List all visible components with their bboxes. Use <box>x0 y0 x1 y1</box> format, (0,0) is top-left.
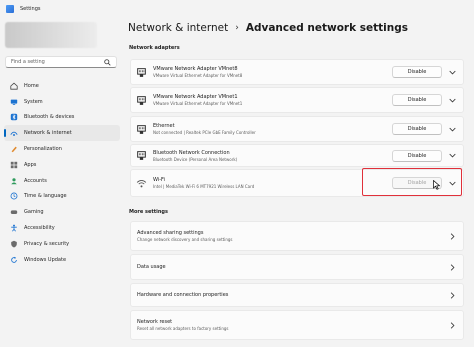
more-settings-item[interactable]: Hardware and connection properties <box>130 283 464 307</box>
ethernet-icon <box>136 124 147 135</box>
sidebar-item-label: Home <box>24 82 39 89</box>
breadcrumb: Network & internet › Advanced network se… <box>128 22 408 34</box>
more-settings-item[interactable]: Network reset Reset all network adapters … <box>130 310 464 340</box>
adapter-card[interactable]: Bluetooth Network Connection Bluetooth De… <box>130 144 464 167</box>
sidebar-item-label: System <box>24 98 43 105</box>
accessibility-icon <box>10 224 18 232</box>
disable-button[interactable]: Disable <box>392 66 442 78</box>
setting-description: Reset all network adapters to factory se… <box>137 326 229 331</box>
adapter-name: Bluetooth Network Connection <box>153 149 230 156</box>
time-icon <box>10 192 18 200</box>
adapter-card[interactable]: Ethernet Not connected | Realtek PCIe GbE… <box>130 116 464 142</box>
settings-app-icon <box>6 5 14 13</box>
chevron-down-icon[interactable] <box>445 66 459 78</box>
chevron-right-icon[interactable] <box>445 230 459 242</box>
sidebar-item-privacy-security[interactable]: Privacy & security <box>4 236 120 252</box>
search-input[interactable]: Find a setting <box>11 59 104 65</box>
sidebar-nav: Home System Bluetooth & devices Network & i… <box>4 78 120 268</box>
personalization-icon <box>10 145 18 153</box>
adapter-description: Intel | MediaTek Wi-Fi 6 MT7921 Wireless… <box>153 184 255 189</box>
sidebar-item-network-internet[interactable]: Network & internet <box>4 125 120 142</box>
search-box[interactable]: Find a setting <box>5 56 117 68</box>
system-icon <box>10 98 18 106</box>
sidebar-item-bluetooth-devices[interactable]: Bluetooth & devices <box>4 110 120 126</box>
adapter-description: Not connected | Realtek PCIe GbE Family … <box>153 130 256 135</box>
mouse-cursor-icon <box>433 180 441 190</box>
sidebar-item-label: Time & language <box>24 193 67 200</box>
apps-icon <box>10 161 18 169</box>
sidebar-item-label: Gaming <box>24 209 44 216</box>
chevron-down-icon[interactable] <box>445 150 459 162</box>
adapter-card[interactable]: VMware Network Adapter VMnet8 VMware Virt… <box>130 59 464 85</box>
window-title: Settings <box>20 6 41 12</box>
more-settings-item[interactable]: Data usage <box>130 254 464 280</box>
user-profile-blurred[interactable] <box>5 22 97 48</box>
sidebar-item-label: Apps <box>24 161 37 168</box>
sidebar-item-personalization[interactable]: Personalization <box>4 141 120 157</box>
disable-button[interactable]: Disable <box>392 149 442 162</box>
bluetooth-icon <box>10 113 18 121</box>
adapter-description: VMware Virtual Ethernet Adapter for VMne… <box>153 101 243 106</box>
chevron-down-icon[interactable] <box>445 94 459 106</box>
disable-button[interactable]: Disable <box>392 123 442 135</box>
chevron-down-icon[interactable] <box>445 123 459 135</box>
sidebar: Find a setting Home System Bluetooth & dev… <box>0 18 124 347</box>
adapter-name: Ethernet <box>153 123 175 129</box>
adapter-description: VMware Virtual Ethernet Adapter for VMne… <box>153 73 243 78</box>
gaming-icon <box>10 208 18 216</box>
accounts-icon <box>10 177 18 185</box>
search-icon[interactable] <box>104 58 111 66</box>
ethernet-icon <box>136 95 147 106</box>
adapter-name: Wi-Fi <box>153 177 165 183</box>
section-title-adapters: Network adapters <box>129 45 180 51</box>
adapter-name: VMware Network Adapter VMnet8 <box>153 66 238 72</box>
shield-icon <box>10 240 18 248</box>
setting-title: Advanced sharing settings <box>137 230 204 236</box>
wifi-icon <box>136 178 147 189</box>
sidebar-item-accounts[interactable]: Accounts <box>4 173 120 189</box>
ethernet-icon <box>136 150 147 161</box>
home-icon <box>10 82 18 90</box>
setting-description: Change network discovery and sharing set… <box>137 237 233 242</box>
sidebar-item-apps[interactable]: Apps <box>4 157 120 173</box>
sidebar-item-label: Accounts <box>24 177 47 184</box>
sidebar-item-system[interactable]: System <box>4 94 120 110</box>
title-bar: Settings <box>0 0 474 18</box>
sidebar-item-label: Network & internet <box>24 130 72 137</box>
sidebar-item-gaming[interactable]: Gaming <box>4 204 120 220</box>
sidebar-item-home[interactable]: Home <box>4 78 120 94</box>
more-settings-item[interactable]: Advanced sharing settings Change network … <box>130 221 464 251</box>
update-icon <box>10 256 18 264</box>
section-title-more: More settings <box>129 209 168 215</box>
sidebar-item-accessibility[interactable]: Accessibility <box>4 220 120 236</box>
sidebar-item-label: Privacy & security <box>24 240 70 247</box>
sidebar-item-label: Accessibility <box>24 225 55 232</box>
chevron-right-icon[interactable] <box>445 289 459 301</box>
disable-button[interactable]: Disable <box>392 94 442 106</box>
setting-title: Data usage <box>137 264 166 270</box>
adapter-name: VMware Network Adapter VMnet1 <box>153 94 238 100</box>
sidebar-item-windows-update[interactable]: Windows Update <box>4 252 120 268</box>
ethernet-icon <box>136 67 147 78</box>
chevron-right-icon[interactable] <box>445 261 459 273</box>
main-content: Network & internet › Advanced network se… <box>124 18 474 347</box>
sidebar-item-label: Personalization <box>24 146 62 153</box>
adapter-card[interactable]: VMware Network Adapter VMnet1 VMware Virt… <box>130 87 464 113</box>
breadcrumb-parent[interactable]: Network & internet <box>128 22 228 34</box>
setting-title: Network reset <box>137 319 173 325</box>
sidebar-item-time-language[interactable]: Time & language <box>4 189 120 205</box>
page-title: Advanced network settings <box>245 22 408 34</box>
breadcrumb-separator-icon: › <box>235 23 239 33</box>
chevron-right-icon[interactable] <box>445 319 459 331</box>
adapter-description: Bluetooth Device (Personal Area Network) <box>153 156 238 162</box>
setting-title: Hardware and connection properties <box>137 292 229 298</box>
sidebar-item-label: Windows Update <box>24 256 67 263</box>
highlight-box <box>362 168 462 196</box>
network-icon <box>10 129 18 137</box>
sidebar-item-label: Bluetooth & devices <box>24 114 75 121</box>
